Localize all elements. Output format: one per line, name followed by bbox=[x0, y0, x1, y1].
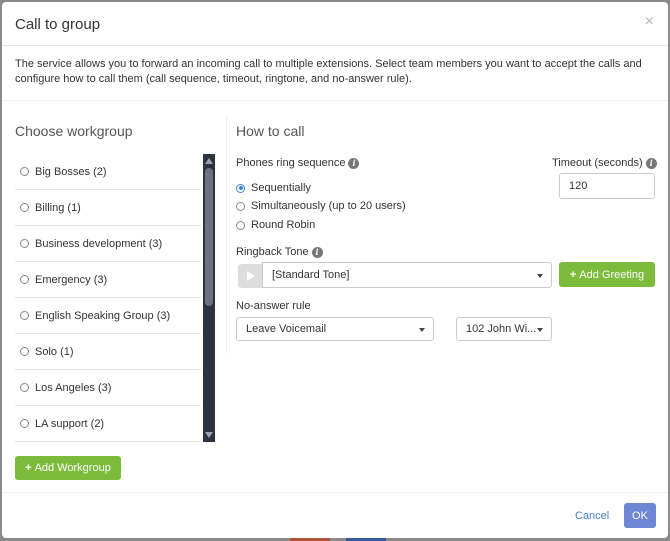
no-answer-rule-select[interactable]: Leave Voicemail bbox=[236, 317, 434, 341]
radio-icon[interactable] bbox=[236, 220, 245, 230]
chevron-down-icon bbox=[537, 328, 543, 332]
sequence-option-simultaneously[interactable]: Simultaneously (up to 20 users) bbox=[236, 200, 406, 212]
radio-icon[interactable] bbox=[20, 203, 29, 212]
cancel-button[interactable]: Cancel bbox=[575, 510, 609, 522]
workgroup-item-label: Emergency (3) bbox=[35, 273, 108, 286]
workgroup-item[interactable]: Billing (1) bbox=[15, 190, 201, 226]
add-greeting-label: Add Greeting bbox=[579, 268, 645, 281]
add-workgroup-button[interactable]: + Add Workgroup bbox=[15, 456, 121, 480]
ring-sequence-label: Phones ring sequence i bbox=[236, 157, 360, 169]
scroll-down-icon[interactable] bbox=[205, 432, 213, 438]
workgroup-item-label: Business development (3) bbox=[35, 237, 163, 250]
no-answer-rule-label: No-answer rule bbox=[236, 300, 311, 312]
radio-icon[interactable] bbox=[236, 201, 245, 211]
footer-divider bbox=[2, 492, 668, 493]
call-to-group-dialog: Call to group × The service allows you t… bbox=[2, 2, 668, 538]
dialog-description: The service allows you to forward an inc… bbox=[15, 58, 642, 85]
option-label: Sequentially bbox=[251, 182, 311, 194]
sequence-option-round-robin[interactable]: Round Robin bbox=[236, 219, 315, 231]
workgroup-item-label: Big Bosses (2) bbox=[35, 165, 107, 178]
scroll-thumb[interactable] bbox=[205, 168, 213, 306]
workgroup-item[interactable]: Business development (3) bbox=[15, 226, 201, 262]
timeout-text: Timeout (seconds) bbox=[552, 157, 643, 169]
info-icon[interactable]: i bbox=[311, 246, 323, 258]
workgroup-item-label: English Speaking Group (3) bbox=[35, 309, 171, 322]
ringback-tone-select[interactable]: [Standard Tone] bbox=[262, 262, 552, 288]
ringback-tone-label: Ringback Tone i bbox=[236, 246, 323, 258]
chevron-down-icon bbox=[537, 274, 543, 278]
ringback-tone-value: [Standard Tone] bbox=[272, 269, 350, 281]
workgroup-item[interactable]: Solo (1) bbox=[15, 334, 201, 370]
timeout-input[interactable]: 120 bbox=[559, 173, 655, 199]
radio-icon[interactable] bbox=[20, 167, 29, 176]
option-label: Simultaneously (up to 20 users) bbox=[251, 200, 406, 212]
option-label: Round Robin bbox=[251, 219, 316, 231]
radio-icon[interactable] bbox=[20, 419, 29, 428]
add-workgroup-label: Add Workgroup bbox=[34, 462, 111, 474]
workgroup-item-label: LA support (2) bbox=[35, 417, 105, 430]
workgroup-item-label: Los Angeles (3) bbox=[35, 381, 112, 394]
voicemail-target-value: 102 John Wi... bbox=[466, 323, 537, 335]
ok-button[interactable]: OK bbox=[624, 503, 656, 528]
play-icon[interactable] bbox=[238, 264, 262, 288]
info-icon[interactable]: i bbox=[645, 157, 657, 169]
workgroup-item[interactable]: Emergency (3) bbox=[15, 262, 201, 298]
radio-icon[interactable] bbox=[20, 347, 29, 356]
plus-icon: + bbox=[569, 268, 577, 281]
workgroup-item-label: Billing (1) bbox=[35, 201, 81, 214]
add-greeting-button[interactable]: + Add Greeting bbox=[559, 262, 655, 287]
choose-workgroup-heading: Choose workgroup bbox=[15, 123, 133, 139]
workgroup-item[interactable]: Big Bosses (2) bbox=[15, 154, 201, 190]
chevron-down-icon bbox=[419, 328, 425, 332]
divider bbox=[2, 100, 668, 101]
workgroup-item[interactable]: English Speaking Group (3) bbox=[15, 298, 201, 334]
workgroup-list: Big Bosses (2) Billing (1) Business deve… bbox=[15, 154, 215, 442]
no-answer-rule-value: Leave Voicemail bbox=[246, 323, 327, 335]
radio-icon[interactable] bbox=[20, 275, 29, 284]
close-icon[interactable]: × bbox=[645, 13, 654, 31]
workgroup-item[interactable]: Los Angeles (3) bbox=[15, 370, 201, 406]
ringback-text: Ringback Tone bbox=[236, 246, 309, 258]
info-icon[interactable]: i bbox=[348, 157, 360, 169]
radio-icon[interactable] bbox=[20, 311, 29, 320]
list-scrollbar[interactable] bbox=[203, 154, 215, 442]
dialog-header: Call to group × bbox=[2, 2, 668, 46]
scroll-up-icon[interactable] bbox=[205, 158, 213, 164]
sequence-option-sequentially[interactable]: Sequentially bbox=[236, 182, 311, 194]
column-divider bbox=[226, 117, 227, 353]
workgroup-item-label: Solo (1) bbox=[35, 345, 74, 358]
timeout-label: Timeout (seconds) i bbox=[552, 157, 657, 169]
radio-icon[interactable] bbox=[20, 239, 29, 248]
ring-sequence-text: Phones ring sequence bbox=[236, 157, 346, 169]
plus-icon: + bbox=[25, 462, 32, 474]
radio-checked-icon[interactable] bbox=[236, 183, 245, 193]
voicemail-target-select[interactable]: 102 John Wi... bbox=[456, 317, 552, 341]
workgroup-item[interactable]: LA support (2) bbox=[15, 406, 201, 442]
how-to-call-heading: How to call bbox=[236, 123, 305, 139]
dialog-title: Call to group bbox=[15, 16, 101, 33]
radio-icon[interactable] bbox=[20, 383, 29, 392]
